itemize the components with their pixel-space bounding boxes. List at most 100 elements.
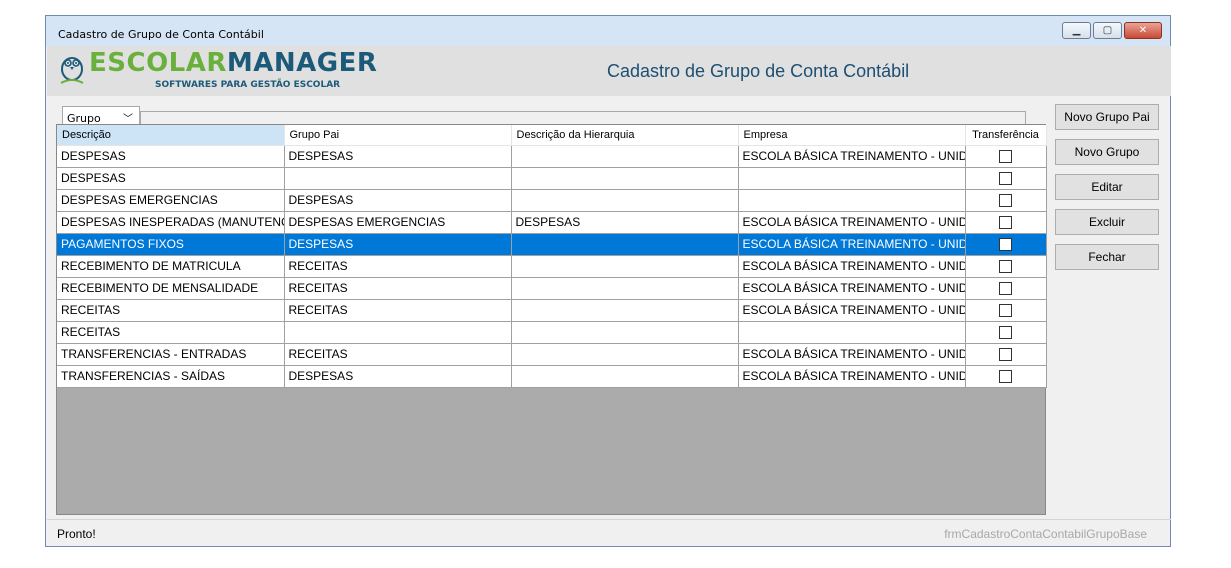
cell-descricao[interactable]: TRANSFERENCIAS - SAÍDAS xyxy=(57,365,285,388)
cell-descricao[interactable]: DESPESAS EMERGENCIAS xyxy=(57,189,285,212)
cell-empresa[interactable]: ESCOLA BÁSICA TREINAMENTO - UNIDA... xyxy=(738,299,966,322)
cell-transferencia xyxy=(965,167,1047,190)
cell-transferencia xyxy=(965,365,1047,388)
cell-hierarquia[interactable] xyxy=(511,321,739,344)
cell-empresa[interactable]: ESCOLA BÁSICA TREINAMENTO - UNIDA... xyxy=(738,343,966,366)
data-grid: Descrição Grupo Pai Descrição da Hierarq… xyxy=(56,124,1047,515)
cell-hierarquia[interactable] xyxy=(511,167,739,190)
cell-hierarquia[interactable] xyxy=(511,299,739,322)
title-bar[interactable]: Cadastro de Grupo de Conta Contábil ▁ ▢ … xyxy=(46,16,1170,46)
excluir-button[interactable]: Excluir xyxy=(1055,209,1159,235)
main-window: Cadastro de Grupo de Conta Contábil ▁ ▢ … xyxy=(45,15,1171,547)
cell-descricao[interactable]: RECEITAS xyxy=(57,299,285,322)
cell-descricao[interactable]: DESPESAS xyxy=(57,145,285,168)
cell-transferencia xyxy=(965,343,1047,366)
cell-hierarquia[interactable] xyxy=(511,145,739,168)
cell-grupo-pai[interactable]: DESPESAS xyxy=(284,189,512,212)
column-header-empresa[interactable]: Empresa xyxy=(738,125,966,146)
cell-descricao[interactable]: DESPESAS INESPERADAS (MANUTENÇÃ... xyxy=(57,211,285,234)
fechar-button[interactable]: Fechar xyxy=(1055,244,1159,270)
transferencia-checkbox[interactable] xyxy=(999,326,1012,340)
cell-transferencia xyxy=(965,145,1047,168)
cell-hierarquia[interactable] xyxy=(511,233,739,256)
cell-hierarquia[interactable]: DESPESAS xyxy=(511,211,739,234)
transferencia-checkbox[interactable] xyxy=(999,216,1012,230)
table-row[interactable]: RECEBIMENTO DE MENSALIDADE RECEITAS ESCOLA… xyxy=(57,277,1047,300)
form-name: frmCadastroContaContabilGrupoBase xyxy=(944,527,1147,541)
table-row[interactable]: DESPESAS EMERGENCIAS DESPESAS xyxy=(57,189,1047,212)
cell-empresa[interactable]: ESCOLA BÁSICA TREINAMENTO - UNIDA... xyxy=(738,277,966,300)
cell-grupo-pai[interactable]: RECEITAS xyxy=(284,299,512,322)
group-panel: Grupo ﹀ xyxy=(62,106,1026,126)
table-row[interactable]: RECEITAS xyxy=(57,321,1047,344)
transferencia-checkbox[interactable] xyxy=(999,172,1012,186)
status-bar: Pronto! frmCadastroContaContabilGrupoBas… xyxy=(47,519,1171,545)
cell-empresa[interactable]: ESCOLA BÁSICA TREINAMENTO - UNIDA... xyxy=(738,233,966,256)
transferencia-checkbox[interactable] xyxy=(999,304,1012,318)
cell-grupo-pai[interactable]: RECEITAS xyxy=(284,255,512,278)
group-by-dropdown[interactable]: Grupo ﹀ xyxy=(62,106,140,126)
cell-descricao[interactable]: PAGAMENTOS FIXOS xyxy=(57,233,285,256)
cell-grupo-pai[interactable]: DESPESAS EMERGENCIAS xyxy=(284,211,512,234)
cell-hierarquia[interactable] xyxy=(511,255,739,278)
cell-grupo-pai[interactable]: RECEITAS xyxy=(284,277,512,300)
column-header-transferencia[interactable]: Transferência xyxy=(965,125,1047,146)
transferencia-checkbox[interactable] xyxy=(999,260,1012,274)
grid-header-row: Descrição Grupo Pai Descrição da Hierarq… xyxy=(57,125,1047,146)
close-icon[interactable]: ✕ xyxy=(1124,22,1162,39)
app-header: ESCOLARMANAGER SOFTWARES PARA GESTÃO ESC… xyxy=(47,46,1171,96)
cell-grupo-pai[interactable]: RECEITAS xyxy=(284,343,512,366)
transferencia-checkbox[interactable] xyxy=(999,348,1012,362)
cell-empresa[interactable]: ESCOLA BÁSICA TREINAMENTO - UNIDA... xyxy=(738,255,966,278)
transferencia-checkbox[interactable] xyxy=(999,370,1012,384)
novo-grupo-pai-button[interactable]: Novo Grupo Pai xyxy=(1055,104,1159,130)
cell-descricao[interactable]: RECEITAS xyxy=(57,321,285,344)
table-row[interactable]: DESPESAS xyxy=(57,167,1047,190)
table-row[interactable]: RECEITAS RECEITAS ESCOLA BÁSICA TREINAMENT… xyxy=(57,299,1047,322)
chevron-down-icon: ﹀ xyxy=(123,114,133,125)
cell-descricao[interactable]: DESPESAS xyxy=(57,167,285,190)
cell-empresa[interactable] xyxy=(738,189,966,212)
novo-grupo-button[interactable]: Novo Grupo xyxy=(1055,139,1159,165)
cell-transferencia xyxy=(965,299,1047,322)
table-row[interactable]: RECEBIMENTO DE MATRICULA RECEITAS ESCOLA B… xyxy=(57,255,1047,278)
cell-hierarquia[interactable] xyxy=(511,277,739,300)
cell-empresa[interactable]: ESCOLA BÁSICA TREINAMENTO - UNIDA... xyxy=(738,145,966,168)
cell-empresa[interactable]: ESCOLA BÁSICA TREINAMENTO - UNIDA... xyxy=(738,211,966,234)
cell-transferencia xyxy=(965,277,1047,300)
cell-hierarquia[interactable] xyxy=(511,365,739,388)
column-header-grupo-pai[interactable]: Grupo Pai xyxy=(284,125,512,146)
table-row[interactable]: TRANSFERENCIAS - ENTRADAS RECEITAS ESCOLA … xyxy=(57,343,1047,366)
cell-empresa[interactable]: ESCOLA BÁSICA TREINAMENTO - UNIDA... xyxy=(738,365,966,388)
cell-empresa[interactable] xyxy=(738,321,966,344)
column-header-hierarquia[interactable]: Descrição da Hierarquia xyxy=(511,125,739,146)
cell-descricao[interactable]: RECEBIMENTO DE MENSALIDADE xyxy=(57,277,285,300)
table-row[interactable]: DESPESAS DESPESAS ESCOLA BÁSICA TREINAMENT… xyxy=(57,145,1047,168)
table-row[interactable]: PAGAMENTOS FIXOS DESPESAS ESCOLA BÁSICA TR… xyxy=(57,233,1047,256)
cell-hierarquia[interactable] xyxy=(511,189,739,212)
table-row[interactable]: TRANSFERENCIAS - SAÍDAS DESPESAS ESCOLA BÁ… xyxy=(57,365,1047,388)
cell-descricao[interactable]: TRANSFERENCIAS - ENTRADAS xyxy=(57,343,285,366)
cell-grupo-pai[interactable]: DESPESAS xyxy=(284,145,512,168)
transferencia-checkbox[interactable] xyxy=(999,194,1012,208)
brand-tagline: SOFTWARES PARA GESTÃO ESCOLAR xyxy=(155,80,341,90)
cell-descricao[interactable]: RECEBIMENTO DE MATRICULA xyxy=(57,255,285,278)
brand-part1: ESCOLAR xyxy=(89,48,227,78)
cell-transferencia xyxy=(965,255,1047,278)
cell-grupo-pai[interactable] xyxy=(284,321,512,344)
group-panel-frame xyxy=(140,111,1026,125)
table-row[interactable]: DESPESAS INESPERADAS (MANUTENÇÃ... DESPES… xyxy=(57,211,1047,234)
maximize-icon[interactable]: ▢ xyxy=(1093,22,1122,39)
transferencia-checkbox[interactable] xyxy=(999,150,1012,164)
column-header-descricao[interactable]: Descrição xyxy=(57,125,285,146)
cell-grupo-pai[interactable] xyxy=(284,167,512,190)
editar-button[interactable]: Editar xyxy=(1055,174,1159,200)
cell-hierarquia[interactable] xyxy=(511,343,739,366)
minimize-icon[interactable]: ▁ xyxy=(1062,22,1091,39)
cell-empresa[interactable] xyxy=(738,167,966,190)
transferencia-checkbox[interactable] xyxy=(999,238,1012,252)
transferencia-checkbox[interactable] xyxy=(999,282,1012,296)
cell-grupo-pai[interactable]: DESPESAS xyxy=(284,233,512,256)
status-message: Pronto! xyxy=(57,527,96,541)
cell-grupo-pai[interactable]: DESPESAS xyxy=(284,365,512,388)
